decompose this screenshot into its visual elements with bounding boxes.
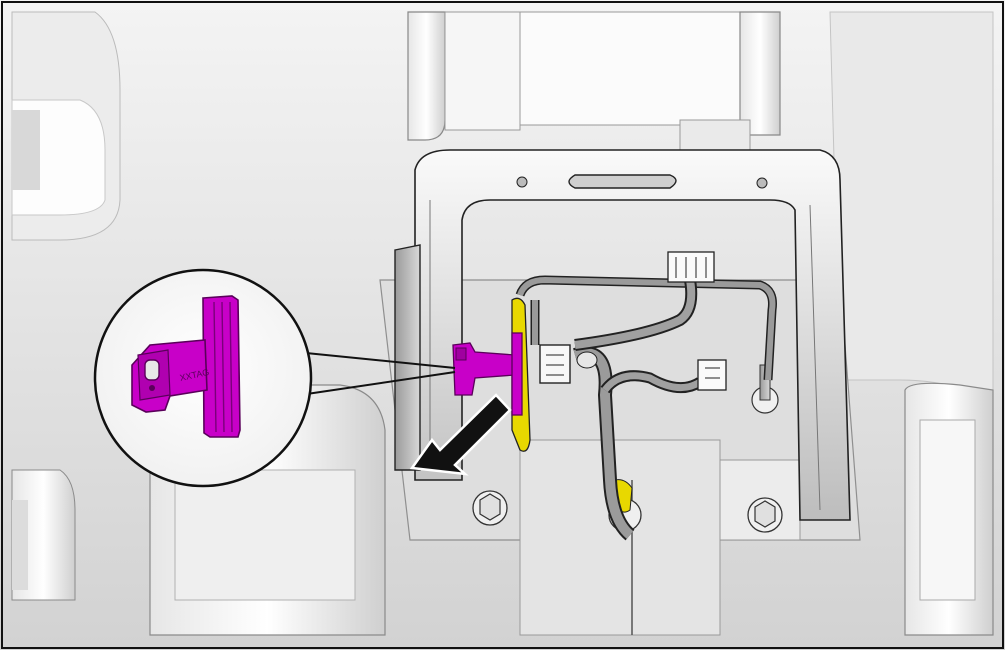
bolt-lower-left — [472, 490, 508, 526]
technical-illustration: XXTAG — [0, 0, 1005, 650]
right-connector — [697, 359, 727, 391]
bolt-lower-right — [747, 497, 783, 533]
bracket-hole-right — [756, 177, 768, 189]
left-molded-panel — [11, 11, 121, 241]
bracket-hole-left — [516, 176, 528, 188]
top-connector — [667, 251, 715, 283]
bracket-slot — [568, 174, 677, 189]
magnified-detail-callout: XXTAG — [93, 268, 313, 488]
